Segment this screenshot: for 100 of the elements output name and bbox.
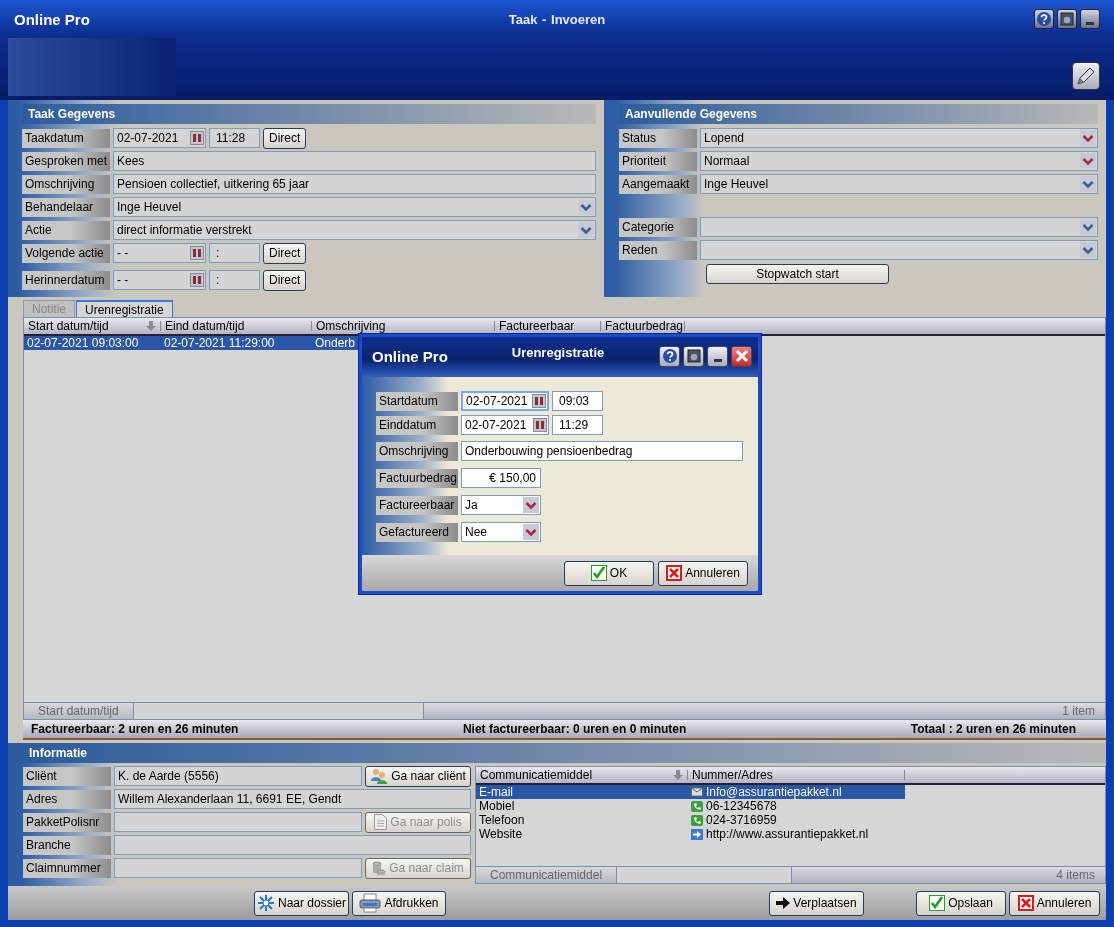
ok-button[interactable]: OK	[564, 560, 654, 586]
restore-button[interactable]	[1057, 9, 1077, 29]
date-field[interactable]: 02-07-2021	[461, 415, 549, 435]
field-label: Prioriteit	[619, 151, 697, 171]
calendar-icon	[190, 131, 204, 145]
text-field[interactable]: Willem Alexanderlaan 11, 6691 EE, Gendt	[114, 789, 471, 809]
dropdown[interactable]: Nee	[461, 522, 541, 542]
text-field[interactable]: Kees	[113, 151, 596, 171]
edit-button[interactable]	[1072, 62, 1100, 90]
text-field[interactable]: K. de Aarde (5556)	[114, 766, 362, 786]
save-button[interactable]: Opslaan	[916, 890, 1006, 916]
summary-text: Niet factureerbaar: 0 uren en 0 minuten	[462, 722, 687, 736]
field-label: Adres	[23, 789, 111, 809]
help-icon	[662, 349, 677, 363]
print-button[interactable]: Afdrukken	[352, 890, 446, 916]
column-header[interactable]: Factuurbedrag	[601, 321, 685, 331]
text-field[interactable]	[114, 835, 471, 855]
time-field[interactable]: 09:03	[552, 391, 603, 411]
column-header[interactable]: Omschrijving	[312, 321, 495, 331]
move-button[interactable]: Verplaatsen	[769, 890, 864, 916]
table-cell: Website	[479, 827, 523, 841]
time-field[interactable]: 11:28	[209, 128, 260, 148]
summary-text: Totaal : 2 uren en 26 minuten	[910, 722, 1076, 736]
minimize-button[interactable]	[1080, 9, 1100, 29]
table-cell: 02-07-2021 09:03:00	[27, 336, 139, 350]
coins-icon	[372, 859, 387, 877]
group-by-label: Communicatiemiddel	[476, 867, 618, 883]
dropdown[interactable]: Inge Heuvel	[113, 197, 596, 217]
field-label: Status	[619, 128, 697, 148]
calendar-icon	[190, 246, 204, 260]
table-cell: 024-3716959	[706, 813, 777, 827]
field-label: Volgende actie	[22, 243, 110, 263]
text-field[interactable]	[114, 858, 362, 878]
cross-icon	[666, 565, 683, 581]
date-field[interactable]: 02-07-2021	[113, 128, 206, 148]
table-row[interactable]: Telefoon 024-3716959	[476, 813, 905, 827]
dossier-button[interactable]: Naar dossier	[254, 890, 349, 916]
column-header[interactable]: Communicatiemiddel	[476, 770, 688, 780]
dropdown[interactable]: Lopend	[700, 128, 1098, 148]
dropdown[interactable]: direct informatie verstrekt	[113, 220, 596, 240]
date-field[interactable]: 02-07-2021	[461, 391, 549, 411]
field-label: Omschrijving	[376, 441, 458, 461]
phone-icon	[691, 800, 703, 812]
text-field[interactable]: Pensioen collectief, uitkering 65 jaar	[113, 174, 596, 194]
help-button[interactable]	[1034, 9, 1054, 29]
phone-icon	[691, 814, 703, 826]
direct-button[interactable]: Direct	[263, 127, 307, 149]
restore-button[interactable]	[683, 345, 704, 367]
field-label: Branche	[23, 835, 111, 855]
app-name: Online Pro	[372, 347, 449, 365]
table-row[interactable]: Website http://www.assurantiepakket.nl	[476, 827, 905, 841]
table-row[interactable]: Mobiel 06-12345678	[476, 799, 905, 813]
field-label: Taakdatum	[22, 128, 110, 148]
close-icon	[734, 349, 749, 363]
dropdown[interactable]: Inge Heuvel	[700, 174, 1098, 194]
calendar-icon	[532, 394, 546, 408]
help-button[interactable]	[659, 345, 680, 367]
navigate-button[interactable]: Ga naar cliënt	[365, 765, 471, 787]
minimize-icon	[713, 359, 722, 362]
dropdown[interactable]: Normaal	[700, 151, 1098, 171]
restore-icon	[1060, 12, 1074, 26]
minimize-button[interactable]	[707, 345, 728, 367]
field-label: Factuurbedrag	[376, 468, 458, 488]
table-cell: Mobiel	[479, 799, 515, 813]
cross-icon	[1017, 895, 1034, 911]
table-cell: E-mail	[479, 785, 513, 799]
direct-button[interactable]: Direct	[263, 269, 307, 291]
column-header[interactable]: Start datum/tijd	[24, 321, 161, 331]
dropdown[interactable]: Ja	[461, 495, 541, 515]
app-name: Online Pro	[13, 10, 91, 28]
minimize-icon	[1086, 22, 1094, 25]
stopwatch-button[interactable]: Stopwatch start	[706, 264, 889, 284]
column-header[interactable]: Factureerbaar	[495, 321, 601, 331]
window-title: Taak - Invoeren	[508, 11, 606, 27]
cancel-button[interactable]: Annuleren	[658, 560, 748, 586]
field-label: Herinnerdatum	[22, 270, 110, 290]
check-icon	[590, 565, 607, 581]
tab[interactable]: Urenregistratie	[76, 300, 173, 317]
column-header[interactable]: Eind datum/tijd	[161, 321, 312, 331]
table-row[interactable]: E-mail Info@assurantiepakket.nl	[476, 785, 905, 799]
people-icon	[370, 768, 389, 784]
time-field[interactable]: :	[209, 243, 260, 263]
date-field[interactable]: - -	[113, 243, 206, 263]
direct-button[interactable]: Direct	[263, 242, 307, 264]
help-icon	[1037, 12, 1051, 26]
column-header[interactable]: Nummer/Adres	[688, 770, 905, 780]
section-header: Taak Gegevens	[22, 104, 596, 124]
group-by-label: Start datum/tijd	[24, 703, 134, 719]
close-button[interactable]	[731, 345, 752, 367]
date-field[interactable]: - -	[113, 270, 206, 290]
item-count: 4 items	[1056, 867, 1096, 883]
table-cell: Info@assurantiepakket.nl	[706, 785, 842, 799]
cancel-button[interactable]: Annuleren	[1009, 890, 1100, 916]
sort-arrow-icon	[673, 770, 683, 780]
amount-field[interactable]: € 150,00	[461, 468, 541, 488]
text-field[interactable]	[114, 812, 362, 832]
text-field[interactable]: Onderbouwing pensioenbedrag	[461, 441, 743, 461]
field-label: Omschrijving	[22, 174, 110, 194]
time-field[interactable]: :	[209, 270, 260, 290]
time-field[interactable]: 11:29	[552, 415, 603, 435]
